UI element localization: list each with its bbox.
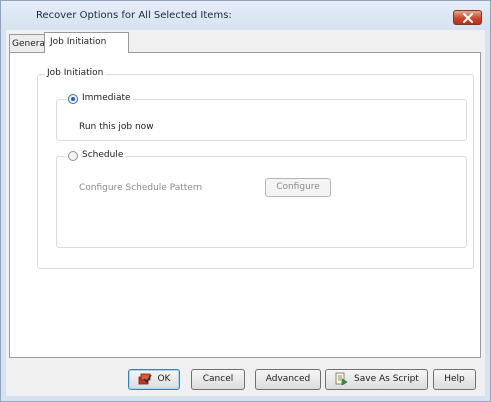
- schedule-radio[interactable]: [68, 151, 78, 161]
- configure-button-label: Configure: [276, 182, 320, 192]
- tab-general-label: General: [12, 39, 48, 49]
- help-button[interactable]: Help: [433, 369, 476, 390]
- advanced-button[interactable]: Advanced: [255, 369, 321, 390]
- tab-job-initiation[interactable]: Job Initiation: [44, 32, 129, 53]
- close-icon: [463, 13, 473, 23]
- dialog-client: General Job Initiation Job Initiation Im…: [6, 30, 485, 396]
- save-as-script-button[interactable]: Save As Script: [325, 369, 428, 390]
- immediate-option[interactable]: Immediate: [66, 93, 133, 105]
- immediate-label: Immediate: [82, 93, 131, 103]
- title-bar[interactable]: Recover Options for All Selected Items:: [1, 1, 490, 29]
- cancel-button-label: Cancel: [202, 374, 234, 384]
- tab-general[interactable]: General: [9, 34, 48, 52]
- tab-job-initiation-label: Job Initiation: [50, 37, 107, 47]
- cancel-button[interactable]: Cancel: [191, 369, 245, 390]
- ok-button-label: OK: [157, 374, 171, 384]
- immediate-radio[interactable]: [68, 94, 78, 104]
- advanced-button-label: Advanced: [265, 374, 311, 384]
- window-title: Recover Options for All Selected Items:: [36, 10, 232, 21]
- tab-panel-job-initiation: Job Initiation Immediate Run this job no…: [9, 52, 481, 358]
- ok-button[interactable]: OK: [128, 369, 180, 390]
- immediate-description: Run this job now: [79, 122, 154, 132]
- immediate-group: [56, 99, 467, 141]
- script-icon: [335, 372, 348, 385]
- schedule-pattern-label: Configure Schedule Pattern: [79, 183, 203, 193]
- configure-button[interactable]: Configure: [265, 178, 331, 197]
- schedule-option[interactable]: Schedule: [66, 150, 126, 162]
- help-button-label: Help: [444, 374, 465, 384]
- close-button[interactable]: [453, 10, 482, 25]
- job-ok-icon: [138, 373, 152, 385]
- job-initiation-group-title: Job Initiation: [45, 68, 106, 78]
- schedule-group: [56, 156, 467, 248]
- save-as-script-button-label: Save As Script: [354, 374, 419, 384]
- schedule-label: Schedule: [82, 150, 124, 160]
- dialog-window: Recover Options for All Selected Items: …: [0, 0, 491, 402]
